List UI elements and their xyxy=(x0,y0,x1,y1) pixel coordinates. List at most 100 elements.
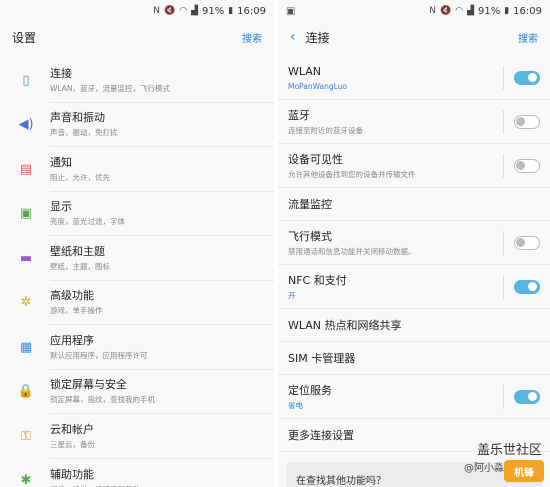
connection-setting-title: WLAN 热点和网络共享 xyxy=(288,318,402,332)
toggle-knob xyxy=(528,281,537,291)
settings-item-text: 连接 WLAN，蓝牙，流量监控，飞行模式 xyxy=(50,58,274,103)
settings-item-title: 应用程序 xyxy=(50,333,94,347)
settings-item-text: 通知 阻止，允许，优先 xyxy=(50,147,274,192)
settings-item-subtitle: 游戏，单手操作 xyxy=(50,306,103,316)
settings-item-title: 高级功能 xyxy=(50,289,94,303)
connection-setting-row[interactable]: SIM 卡管理器 xyxy=(278,342,550,375)
settings-item[interactable]: ▬ 壁纸和主题壁纸，主题，图标 xyxy=(0,236,274,281)
settings-item-title: 辅助功能 xyxy=(50,467,94,481)
connection-setting-text: NFC 和支付开 xyxy=(288,273,503,301)
connection-setting-text: 定位服务 省电 xyxy=(288,383,503,411)
settings-item[interactable]: ⚿ 云和帐户 三星云，备份 xyxy=(0,414,274,459)
settings-item[interactable]: ▤ 通知 阻止，允许，优先 xyxy=(0,147,274,192)
settings-item[interactable]: ▦ 应用程序默认应用程序，应用程序许可 xyxy=(0,325,274,370)
connection-setting-title: WLAN xyxy=(288,64,322,78)
toggle-switch[interactable] xyxy=(514,389,540,404)
toggle-separator xyxy=(503,274,504,299)
clock: 16:09 xyxy=(513,5,542,17)
status-bar: N 🔇 ◠ ▟ 91% ▮ 16:09 xyxy=(0,0,274,22)
connection-setting-title: 定位服务 xyxy=(288,383,332,397)
connection-setting-row[interactable]: NFC 和支付开 xyxy=(278,265,550,309)
connection-setting-row[interactable]: 蓝牙连接至附近的蓝牙设备 xyxy=(278,100,550,144)
notification-icon: ▤ xyxy=(19,161,33,177)
settings-item-subtitle: 三星云，备份 xyxy=(50,439,95,449)
toggle-knob xyxy=(528,391,537,401)
connection-setting-subtitle: 连接至附近的蓝牙设备 xyxy=(288,125,363,135)
connection-setting-subtitle: 禁用通话和信息功能并关闭移动数据。 xyxy=(288,246,416,256)
battery-icon: ▮ xyxy=(504,6,510,16)
settings-item-text: 辅助功能视觉，听觉，灵巧度和互动 xyxy=(50,459,274,487)
mute-status-icon: 🔇 xyxy=(439,6,452,16)
settings-item-text: 锁定屏幕与安全 锁定屏幕，指纹，查找我的手机 xyxy=(50,370,274,414)
settings-item-subtitle: 锁定屏幕，指纹，查找我的手机 xyxy=(50,395,155,405)
toggle-switch[interactable] xyxy=(514,114,540,129)
connection-setting-title: 飞行模式 xyxy=(288,229,332,243)
settings-item-text: 显示亮度，蓝光过滤，字体 xyxy=(50,192,274,236)
settings-item-title: 云和帐户 xyxy=(50,422,94,436)
toggle-separator xyxy=(503,109,504,134)
sound-icon: ◀) xyxy=(18,117,34,133)
settings-item[interactable]: ✱ 辅助功能视觉，听觉，灵巧度和互动 xyxy=(0,459,274,487)
connection-setting-row[interactable]: WLAN MoPanWangLuo xyxy=(278,56,550,100)
connection-setting-row[interactable]: WLAN 热点和网络共享 xyxy=(278,309,550,342)
toggle-switch[interactable] xyxy=(514,70,540,85)
toggle-switch[interactable] xyxy=(514,279,540,294)
wifi-status-icon: ◠ xyxy=(179,6,188,16)
settings-item-text: 壁纸和主题壁纸，主题，图标 xyxy=(50,236,274,281)
battery-icon: ▮ xyxy=(228,6,234,16)
search-button[interactable]: 搜索 xyxy=(242,30,262,45)
settings-item-title: 壁纸和主题 xyxy=(50,244,105,258)
search-button[interactable]: 搜索 xyxy=(518,30,538,45)
connection-setting-row[interactable]: 飞行模式禁用通话和信息功能并关闭移动数据。 xyxy=(278,221,550,265)
app-bar: ‹ 连接 搜索 xyxy=(278,22,550,52)
signal-status-icon: ▟ xyxy=(467,6,474,16)
connection-setting-text: 设备可见性 允许其他设备找到您的设备并传输文件 xyxy=(288,152,503,180)
connection-setting-row[interactable]: 定位服务 省电 xyxy=(278,375,550,419)
connection-setting-row[interactable]: 设备可见性 允许其他设备找到您的设备并传输文件 xyxy=(278,144,550,188)
back-arrow-icon[interactable]: ‹ xyxy=(290,29,296,45)
settings-item[interactable]: ✲ 高级功能游戏，单手操作 xyxy=(0,281,274,325)
settings-item[interactable]: ◀) 声音和振动 声音，振动，免打扰 xyxy=(0,103,274,147)
settings-item-subtitle: 默认应用程序，应用程序许可 xyxy=(50,350,148,360)
connection-setting-text: 飞行模式禁用通话和信息功能并关闭移动数据。 xyxy=(288,229,503,257)
settings-item-text: 云和帐户三星云，备份 xyxy=(50,414,274,459)
wallpaper-icon: ▬ xyxy=(19,250,33,266)
settings-item-title: 显示 xyxy=(50,200,72,214)
app-bar: 设置 搜索 xyxy=(0,22,274,52)
toggle-switch[interactable] xyxy=(514,158,540,173)
connection-setting-title: NFC 和支付 xyxy=(288,273,347,287)
connection-setting-subtitle: 开 xyxy=(288,290,296,300)
toggle-switch[interactable] xyxy=(514,235,540,250)
settings-panel: N 🔇 ◠ ▟ 91% ▮ 16:09 设置 搜索 ▯ 连接 WLAN，蓝牙，流量监… xyxy=(0,0,274,487)
page-title: 连接 xyxy=(305,30,330,45)
settings-item[interactable]: ▣ 显示 亮度，蓝光过滤，字体 xyxy=(0,192,274,236)
status-bar: ▣ N 🔇 ◠ ▟ 91% ▮ 16:09 xyxy=(278,0,550,22)
settings-item-text: 高级功能游戏，单手操作 xyxy=(50,281,274,325)
nfc-status-icon: N xyxy=(153,6,160,16)
settings-item-title: 通知 xyxy=(50,155,72,169)
accessibility-icon: ✱ xyxy=(20,473,32,487)
settings-item-title: 声音和振动 xyxy=(50,111,105,125)
settings-item-text: 声音和振动 声音，振动，免打扰 xyxy=(50,103,274,147)
settings-item[interactable]: 🔒 锁定屏幕与安全 锁定屏幕，指纹，查找我的手机 xyxy=(0,370,274,414)
nfc-status-icon: N xyxy=(429,6,436,16)
connection-setting-subtitle: MoPanWangLuo xyxy=(288,81,348,91)
settings-item-subtitle: WLAN，蓝牙，流量监控，飞行模式 xyxy=(50,83,171,93)
settings-item-text: 应用程序默认应用程序，应用程序许可 xyxy=(50,325,274,370)
page-title: 设置 xyxy=(12,30,37,45)
apps-icon: ▦ xyxy=(19,339,33,355)
connection-setting-row[interactable]: 流量监控 xyxy=(278,188,550,221)
settings-item[interactable]: ▯ 连接 WLAN，蓝牙，流量监控，飞行模式 xyxy=(0,58,274,103)
connections-icon: ▯ xyxy=(22,72,30,88)
advanced-icon: ✲ xyxy=(20,295,32,311)
battery-percent: 91% xyxy=(201,5,225,17)
image-notification-icon: ▣ xyxy=(286,5,296,17)
signal-status-icon: ▟ xyxy=(191,6,198,16)
connections-panel: ▣ N 🔇 ◠ ▟ 91% ▮ 16:09 ‹ 连接 搜索 WLAN MoPanW… xyxy=(278,0,550,487)
mute-status-icon: 🔇 xyxy=(163,6,176,16)
connection-setting-title: 蓝牙 xyxy=(288,108,310,122)
watermark-site: 盖乐世社区 xyxy=(476,443,542,458)
settings-item-subtitle: 壁纸，主题，图标 xyxy=(50,261,110,271)
connection-setting-title: 设备可见性 xyxy=(288,152,343,166)
settings-item-subtitle: 亮度，蓝光过滤，字体 xyxy=(50,217,125,227)
